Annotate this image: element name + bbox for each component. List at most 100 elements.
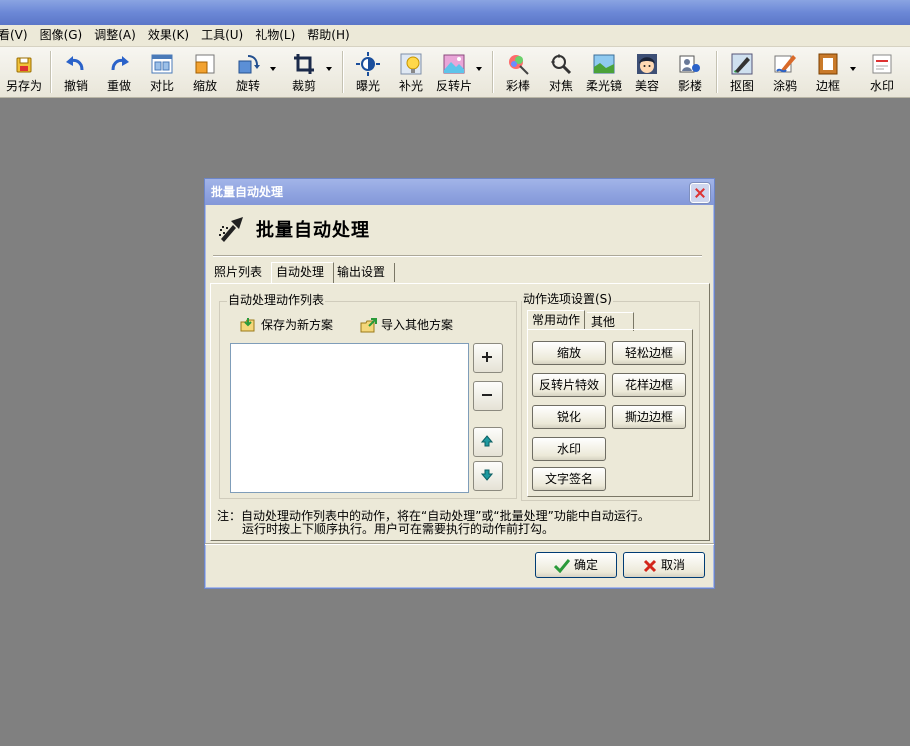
dialog-title-bar[interactable]: 批量自动处理 [205,179,714,205]
soft-lens-button[interactable]: 柔光镜 [586,49,622,95]
menu-view[interactable]: 看(V) [0,25,34,46]
border-dropdown-icon[interactable] [850,67,856,71]
sharpen-action-button[interactable]: 锐化 [532,405,606,429]
compare-icon [151,54,173,74]
save-plan-button[interactable]: 保存为新方案 [240,315,333,335]
dialog-title: 批量自动处理 [211,185,284,199]
rotate-button[interactable]: 旋转 [230,49,276,95]
check-icon [553,558,570,573]
action-options-title: 动作选项设置(S) [522,292,613,306]
face-icon [637,54,657,74]
cutout-icon [731,53,753,75]
watermark-action-button[interactable]: 水印 [532,437,606,461]
rotate-icon [238,55,260,74]
exposure-button[interactable]: 曝光 [350,49,386,95]
crop-button[interactable]: 裁剪 [286,49,332,95]
crop-label: 裁剪 [291,79,316,93]
menu-bar: 看(V) 图像(G) 调整(A) 效果(K) 工具(U) 礼物(L) 帮助(H) [0,25,910,47]
undo-icon [66,56,84,71]
tab-photo-list[interactable]: 照片列表 [210,263,272,282]
frame-icon [818,53,838,75]
note-line-2: 运行时按上下顺序执行。用户可在需要执行的动作前打勾。 [242,522,555,536]
invert-film-icon [443,54,465,74]
crop-icon [294,54,314,74]
resize-button[interactable]: 缩放 [187,49,223,95]
tab-common-actions[interactable]: 常用动作 [527,310,586,329]
menu-effects[interactable]: 效果(K) [142,25,195,46]
move-up-button[interactable] [473,427,503,457]
invert-label: 反转片 [435,79,472,93]
undo-button[interactable]: 撤销 [58,49,94,95]
invert-effect-action-button[interactable]: 反转片特效 [532,373,606,397]
beauty-button[interactable]: 美容 [629,49,665,95]
menu-image[interactable]: 图像(G) [34,25,89,46]
focus-button[interactable]: 对焦 [543,49,579,95]
bulb-icon [400,53,422,75]
redo-icon [111,56,129,71]
torn-border-action-button[interactable]: 撕边边框 [612,405,686,429]
magic-wand-icon [509,55,529,75]
tab-auto-process[interactable]: 自动处理 [271,262,334,284]
rotate-dropdown-icon[interactable] [270,67,276,71]
minus-icon [482,394,492,396]
invert-dropdown-icon[interactable] [476,67,482,71]
shadow-button[interactable]: 影楼 [672,49,708,95]
dialog-header-title: 批量自动处理 [256,220,370,241]
fancy-border-action-button[interactable]: 花样边框 [612,373,686,397]
import-plan-button[interactable]: 导入其他方案 [360,315,453,335]
menu-help[interactable]: 帮助(H) [301,25,355,46]
invert-button[interactable]: 反转片 [436,49,482,95]
footer-divider [205,543,714,545]
compare-button[interactable]: 对比 [144,49,180,95]
border-button[interactable]: 边框 [810,49,856,95]
border-label: 边框 [815,79,840,93]
folder-save-icon [240,318,255,332]
crop-dropdown-icon[interactable] [326,67,332,71]
batch-process-dialog: 批量自动处理 批量自动处理 照片列表 自动处理 输出设置 自动处理动作列表 保存… [204,178,715,589]
arrow-up-icon [481,435,493,447]
rotate-label: 旋转 [235,79,260,93]
close-icon[interactable] [690,183,710,203]
redo-button[interactable]: 重做 [101,49,137,95]
header-divider [213,255,702,257]
ok-button[interactable]: 确定 [535,552,617,578]
cancel-button[interactable]: 取消 [623,552,705,578]
resize-icon [195,54,215,74]
add-action-button[interactable] [473,343,503,373]
watermark-button[interactable]: 水印 [864,49,900,95]
cutout-button[interactable]: 抠图 [724,49,760,95]
easy-border-action-button[interactable]: 轻松边框 [612,341,686,365]
shadow-label: 影楼 [677,79,702,93]
studio-icon [679,55,700,73]
pencil-icon [774,55,796,73]
batch-wand-icon [219,217,243,242]
cross-icon [643,559,657,572]
menu-adjust[interactable]: 调整(A) [88,25,142,46]
tab-output-settings[interactable]: 输出设置 [333,263,395,282]
action-list-title: 自动处理动作列表 [227,293,326,307]
save-as-label: 另存为 [5,79,42,93]
menu-tools[interactable]: 工具(U) [195,25,249,46]
toolbar: 另存为 撤销 重做 对比 缩放 旋转 裁剪 曝光 补光 反转片 彩棒 对焦 柔光… [0,47,910,98]
watermark-label: 水印 [869,79,894,93]
app-title-bar [0,0,910,25]
floppy-icon [16,57,32,73]
watermark-icon [872,54,892,74]
text-signature-action-button[interactable]: 文字签名 [532,467,606,491]
focus-icon [551,54,572,75]
resize-action-button[interactable]: 缩放 [532,341,606,365]
graffiti-button[interactable]: 涂鸦 [767,49,803,95]
landscape-icon [593,54,615,74]
folder-import-icon [360,318,377,333]
arrow-down-icon [481,469,493,481]
sun-icon [356,52,380,76]
menu-gifts[interactable]: 礼物(L) [249,25,301,46]
move-down-button[interactable] [473,461,503,491]
remove-action-button[interactable] [473,381,503,411]
color-pen-button[interactable]: 彩棒 [500,49,536,95]
save-as-button[interactable]: 另存为 [4,49,44,95]
plus-icon [482,352,492,362]
fill-light-button[interactable]: 补光 [393,49,429,95]
action-list-box[interactable] [230,343,469,493]
note-line-1: 注：自动处理动作列表中的动作，将在“自动处理”或“批量处理”功能中自动运行。 [217,509,650,523]
